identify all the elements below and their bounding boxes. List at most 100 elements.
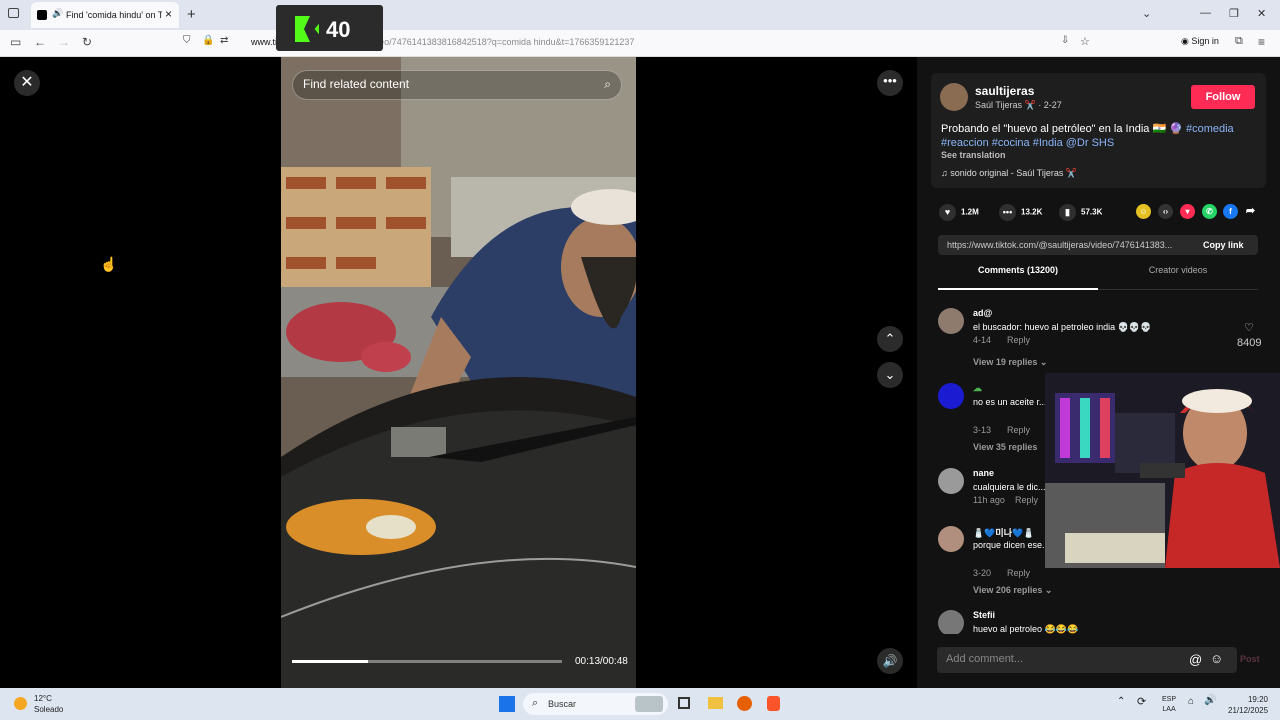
comment-stat[interactable]: ••• 13.2K: [999, 204, 1042, 221]
tab-creator-videos[interactable]: Creator videos: [1098, 265, 1258, 290]
weather-temperature[interactable]: 12°C: [34, 694, 52, 703]
emoji-icon[interactable]: ☺: [1210, 651, 1223, 666]
hashtag-link[interactable]: #comedia: [1186, 123, 1234, 135]
sidebar-toggle-icon[interactable]: ▭: [10, 35, 21, 49]
comment-avatar[interactable]: [938, 308, 964, 334]
bookmark-star-icon[interactable]: ☆: [1080, 35, 1090, 48]
weather-sun-icon[interactable]: [14, 697, 27, 710]
facebook-icon[interactable]: f: [1223, 204, 1238, 219]
sign-in-button[interactable]: ◉ Sign in: [1181, 36, 1219, 47]
send-icon[interactable]: ▾: [1180, 204, 1195, 219]
panel-tabs: Comments (13200) Creator videos: [938, 265, 1258, 290]
tray-chevron-icon[interactable]: ⌃: [1117, 696, 1125, 707]
volume-button[interactable]: 🔊: [877, 648, 903, 674]
comment-author[interactable]: nane: [973, 468, 994, 478]
related-search-box[interactable]: ⌕: [292, 70, 622, 100]
close-video-button[interactable]: ✕: [14, 70, 40, 96]
next-video-button[interactable]: ⌄: [877, 362, 903, 388]
taskbar-search[interactable]: ⌕ Buscar: [523, 693, 668, 715]
speaker-icon[interactable]: 🔊: [52, 8, 63, 19]
volume-icon[interactable]: 🔊: [1204, 695, 1216, 706]
comment-author[interactable]: 🧂💙미나💙🧂: [973, 526, 1034, 539]
windows-start-icon[interactable]: [499, 696, 515, 712]
kick-viewer-overlay: 40: [276, 5, 383, 51]
file-explorer-icon[interactable]: [708, 697, 723, 709]
task-view-icon[interactable]: [678, 697, 690, 709]
lock-icon[interactable]: 🔒: [202, 35, 214, 46]
sign-in-label: Sign in: [1191, 36, 1219, 46]
comment-input-box: @ ☺: [937, 647, 1237, 673]
input-language[interactable]: ESP LAA: [1162, 695, 1176, 715]
permissions-icon[interactable]: ⇄: [220, 35, 228, 46]
comment-avatar[interactable]: [938, 610, 964, 634]
view-replies-label: View 206 replies: [973, 585, 1043, 595]
browser-tab[interactable]: 🔊 Find 'comida hindu' on TikTok ×: [31, 2, 179, 28]
see-translation-link[interactable]: See translation: [941, 150, 1006, 160]
tab-overview-icon[interactable]: [8, 8, 19, 18]
embed-icon[interactable]: ‹›: [1158, 204, 1173, 219]
minimize-button[interactable]: —: [1200, 7, 1211, 19]
like-stat[interactable]: ♥ 1.2M: [939, 204, 979, 221]
tab-comments[interactable]: Comments (13200): [938, 265, 1098, 290]
video-player[interactable]: [281, 57, 636, 688]
comment-author[interactable]: Stefii: [973, 610, 995, 620]
comment-author[interactable]: ☁: [973, 383, 982, 394]
sound-link[interactable]: ♫ sonido original - Saúl Tijeras ✂️: [941, 168, 1077, 179]
follow-button[interactable]: Follow: [1191, 85, 1255, 109]
reply-button[interactable]: Reply: [1015, 495, 1038, 505]
tab-list-chevron-icon[interactable]: ⌄: [1142, 7, 1151, 20]
comment-input[interactable]: [946, 653, 1176, 665]
video-progress-bar[interactable]: [292, 660, 562, 663]
coin-icon[interactable]: ☺: [1136, 204, 1151, 219]
share-arrow-icon[interactable]: ➦: [1243, 204, 1258, 219]
comment-avatar[interactable]: [938, 526, 964, 552]
menu-icon[interactable]: ≡: [1258, 35, 1265, 49]
search-icon[interactable]: ⌕: [604, 77, 611, 92]
view-replies-label: View 19 replies: [973, 357, 1038, 367]
comment-avatar[interactable]: [938, 468, 964, 494]
comment-date: 4-14: [973, 335, 992, 345]
view-replies-button[interactable]: View 206 replies ⌄: [973, 585, 1052, 596]
forward-icon[interactable]: →: [58, 35, 70, 49]
author-avatar[interactable]: [940, 83, 968, 111]
hashtags-link[interactable]: #reaccion #cocina #India @Dr SHS: [941, 137, 1114, 149]
save-stat[interactable]: ▮ 57.3K: [1059, 204, 1102, 221]
shield-icon[interactable]: ⛉: [183, 35, 191, 46]
comment-author[interactable]: ad@: [973, 308, 992, 318]
comment-count-label: 13.2K: [1021, 207, 1043, 217]
sync-icon[interactable]: ⟳: [1137, 695, 1146, 708]
previous-video-button[interactable]: ⌃: [877, 326, 903, 352]
search-highlight-icon: [635, 696, 663, 712]
heart-icon: ♥: [939, 204, 956, 221]
copy-link-button[interactable]: Copy link: [1203, 240, 1244, 250]
brave-icon[interactable]: [767, 696, 780, 711]
close-window-button[interactable]: ✕: [1257, 7, 1266, 20]
reply-button[interactable]: Reply: [1007, 568, 1030, 578]
system-clock[interactable]: 19:20 21/12/2025: [1228, 694, 1268, 716]
post-comment-button[interactable]: Post: [1240, 654, 1260, 664]
comment-avatar[interactable]: [938, 383, 964, 409]
back-icon[interactable]: ←: [34, 35, 46, 49]
author-username[interactable]: saultijeras: [975, 84, 1034, 98]
comment-like-heart-icon[interactable]: ♡: [1244, 321, 1254, 334]
reload-icon[interactable]: ↻: [82, 35, 92, 49]
mention-icon[interactable]: @: [1189, 652, 1202, 667]
mouse-cursor-icon: ☝: [100, 256, 118, 272]
view-replies-button[interactable]: View 19 replies ⌄: [973, 357, 1047, 368]
view-replies-button[interactable]: View 35 replies: [973, 442, 1037, 452]
weather-condition[interactable]: Soleado: [34, 705, 63, 714]
related-search-input[interactable]: [303, 77, 593, 91]
whatsapp-icon[interactable]: ✆: [1202, 204, 1217, 219]
maximize-button[interactable]: ❐: [1229, 7, 1239, 20]
new-tab-button[interactable]: +: [187, 6, 196, 23]
firefox-icon[interactable]: [737, 696, 752, 711]
reply-button[interactable]: Reply: [1007, 425, 1030, 435]
bookmark-icon: ▮: [1059, 204, 1076, 221]
tab-close-icon[interactable]: ×: [165, 7, 172, 21]
extensions-icon[interactable]: ⧉: [1235, 35, 1243, 48]
save-to-pocket-icon[interactable]: ⇩: [1061, 35, 1069, 46]
more-options-button[interactable]: •••: [877, 70, 903, 96]
comment-date: 11h ago: [973, 495, 1005, 505]
reply-button[interactable]: Reply: [1007, 335, 1030, 345]
network-icon[interactable]: ⌂: [1188, 696, 1194, 707]
